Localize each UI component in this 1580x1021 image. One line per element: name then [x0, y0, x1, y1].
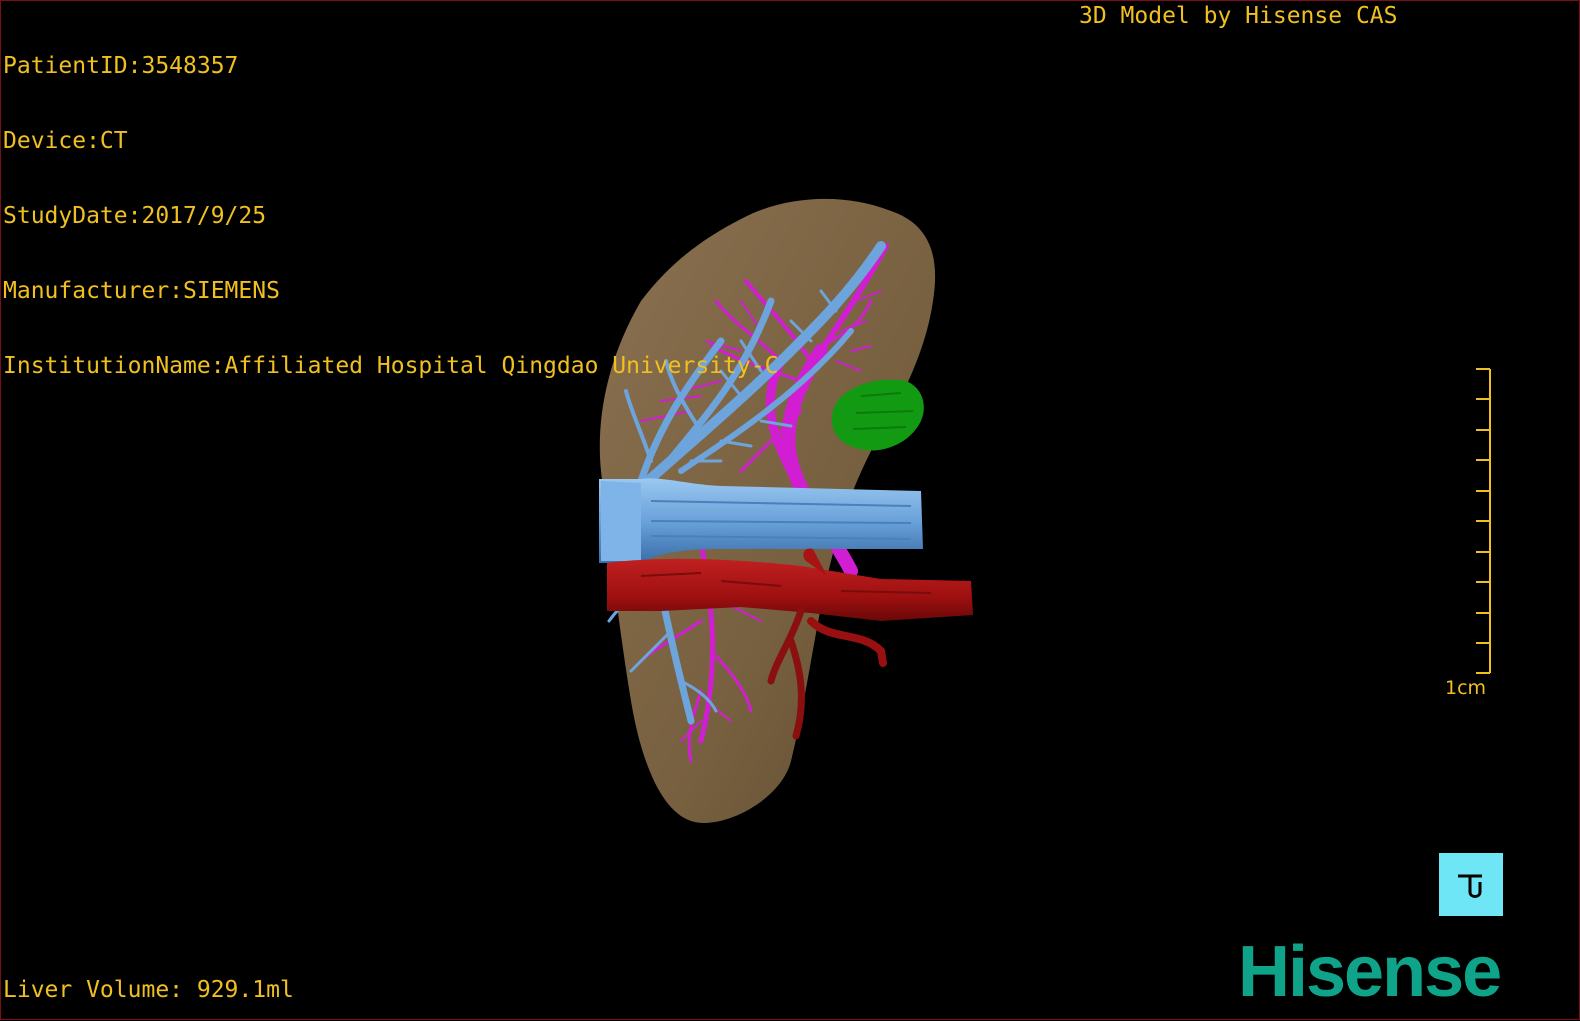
study-date: StudyDate:2017/9/25 [3, 203, 267, 229]
institution-name: InstitutionName:Affiliated Hospital Qing… [3, 353, 779, 379]
scale-bar [1476, 368, 1491, 674]
scale-label: 1cm [1445, 677, 1487, 699]
orientation-button[interactable] [1439, 853, 1503, 916]
hisense-logo: Hisense [1238, 932, 1502, 1012]
model-title: 3D Model by Hisense CAS [1079, 3, 1398, 29]
orientation-cube-icon [1458, 874, 1482, 898]
manufacturer: Manufacturer:SIEMENS [3, 278, 280, 304]
patient-id: PatientID:3548357 [3, 53, 239, 79]
patient-info-panel: PatientID:3548357 Device:CT StudyDate:20… [3, 4, 778, 429]
3d-viewport[interactable]: PatientID:3548357 Device:CT StudyDate:20… [0, 0, 1580, 1020]
liver-volume: Liver Volume: 929.1ml [3, 977, 294, 1003]
device: Device:CT [3, 128, 128, 154]
